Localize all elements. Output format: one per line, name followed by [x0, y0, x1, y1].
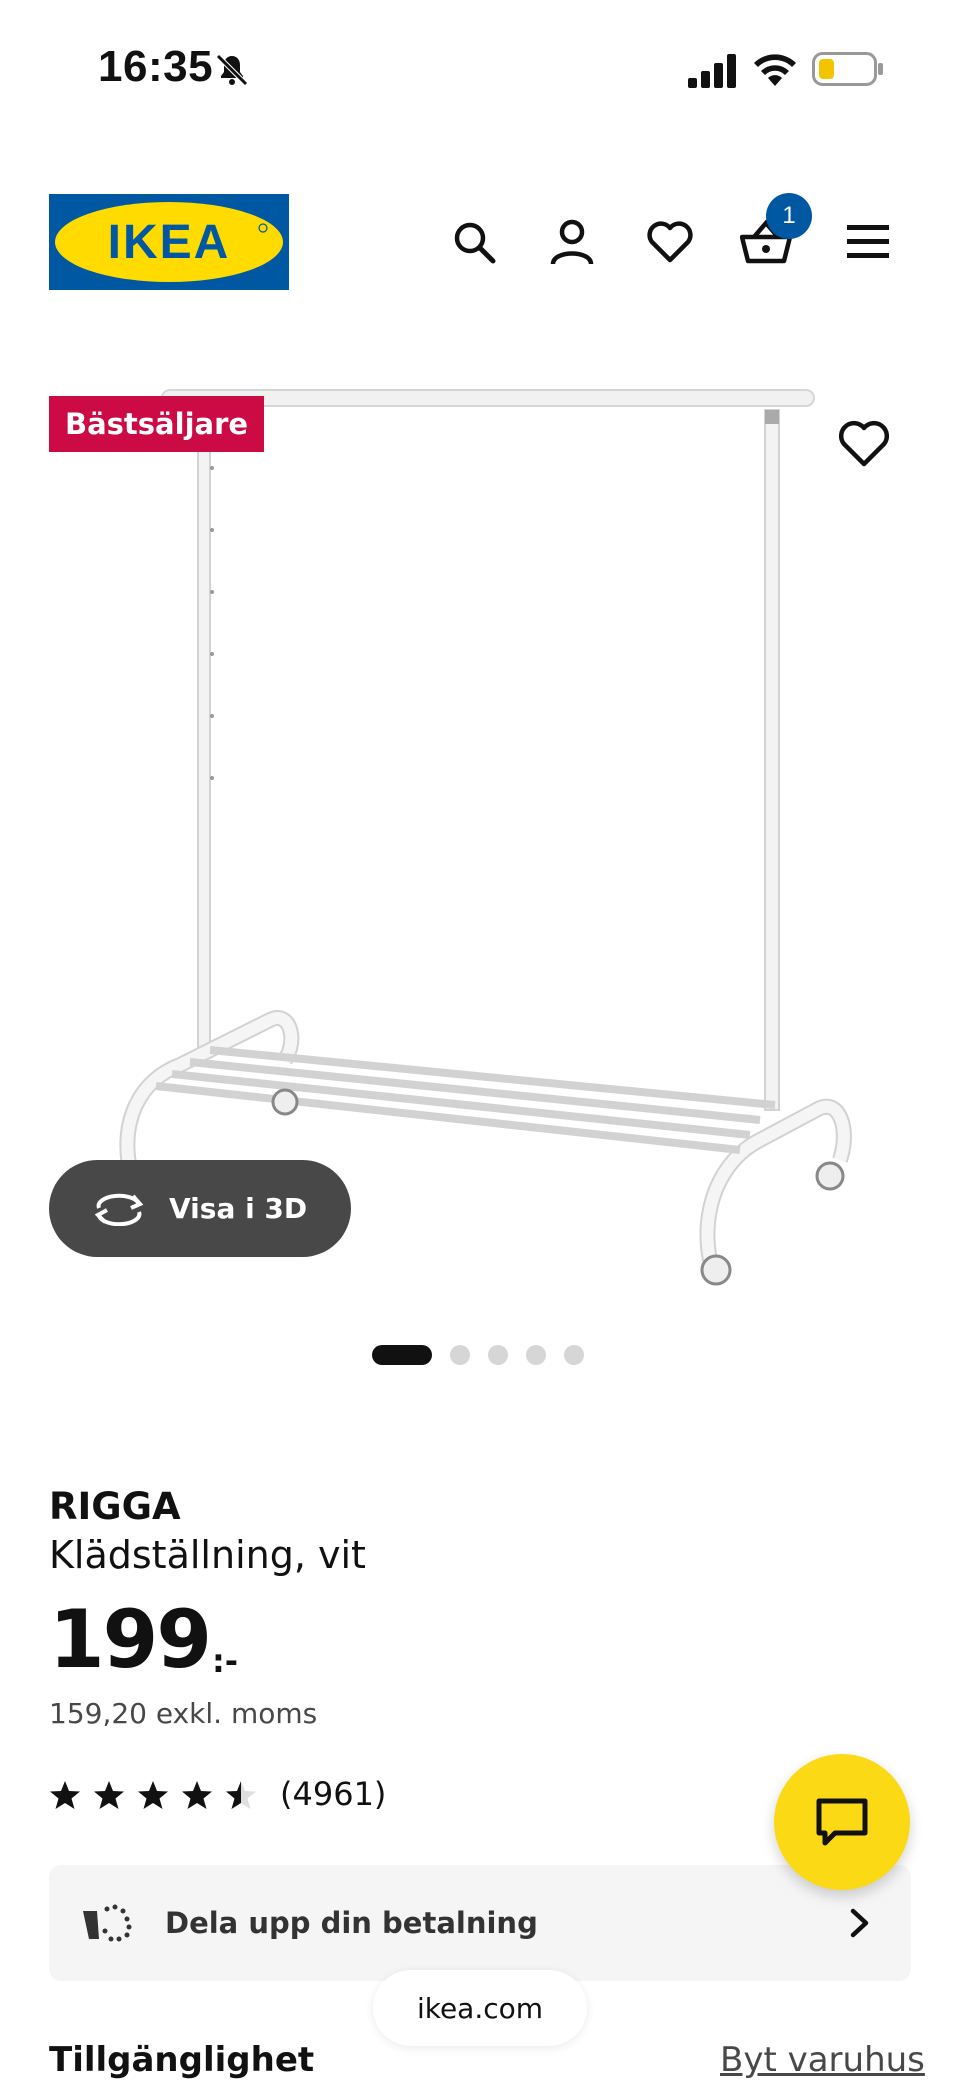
battery-icon — [812, 52, 883, 86]
rating-stars[interactable] — [49, 1779, 257, 1811]
carousel-dot[interactable] — [526, 1345, 546, 1365]
carousel-dot[interactable] — [450, 1345, 470, 1365]
add-to-favorites-icon[interactable] — [838, 420, 890, 468]
browser-url-bar[interactable]: ikea.com — [373, 1970, 587, 2046]
chat-button[interactable] — [774, 1754, 910, 1890]
signal-icon — [688, 54, 736, 88]
price-value: 199 — [49, 1593, 212, 1686]
star-full-icon — [138, 1781, 168, 1809]
star-full-icon — [94, 1781, 124, 1809]
view-in-3d-button[interactable]: Visa i 3D — [49, 1160, 351, 1257]
rotate-3d-icon — [94, 1193, 144, 1226]
ikea-logo[interactable]: IKEA — [49, 194, 289, 290]
installment-icon — [83, 1904, 132, 1942]
bestseller-badge: Bästsäljare — [49, 396, 265, 452]
star-half-icon — [226, 1781, 256, 1809]
carousel-dot[interactable] — [372, 1345, 432, 1365]
split-payment-row[interactable]: Dela upp din betalning — [49, 1865, 911, 1981]
product-description: Klädställning, vit — [49, 1533, 366, 1577]
wifi-icon — [754, 54, 796, 86]
review-count[interactable]: (4961) — [280, 1775, 386, 1813]
change-store-link[interactable]: Byt varuhus — [720, 2040, 925, 2080]
status-time: 16:35 — [98, 42, 214, 91]
availability-heading: Tillgänglighet — [49, 2040, 315, 2080]
search-icon[interactable] — [448, 212, 500, 272]
image-carousel-dots — [372, 1345, 584, 1365]
split-payment-label: Dela upp din betalning — [165, 1906, 538, 1940]
chevron-right-icon — [850, 1908, 869, 1938]
carousel-dot[interactable] — [488, 1345, 508, 1365]
chat-bubble-icon — [816, 1798, 868, 1846]
price-suffix: :- — [212, 1642, 239, 1680]
price-excl-vat: 159,20 exkl. moms — [49, 1697, 318, 1730]
svg-text:IKEA: IKEA — [108, 216, 231, 269]
heart-icon[interactable] — [644, 212, 696, 272]
star-full-icon — [182, 1781, 212, 1809]
product-name: RIGGA — [49, 1485, 181, 1528]
star-full-icon — [50, 1781, 80, 1809]
product-price: 199 :- — [49, 1593, 239, 1686]
bell-muted-icon — [216, 54, 248, 86]
view-in-3d-label: Visa i 3D — [169, 1192, 308, 1225]
account-icon[interactable] — [546, 212, 598, 272]
cart-count-badge: 1 — [766, 193, 812, 239]
menu-icon[interactable] — [842, 212, 894, 272]
carousel-dot[interactable] — [564, 1345, 584, 1365]
